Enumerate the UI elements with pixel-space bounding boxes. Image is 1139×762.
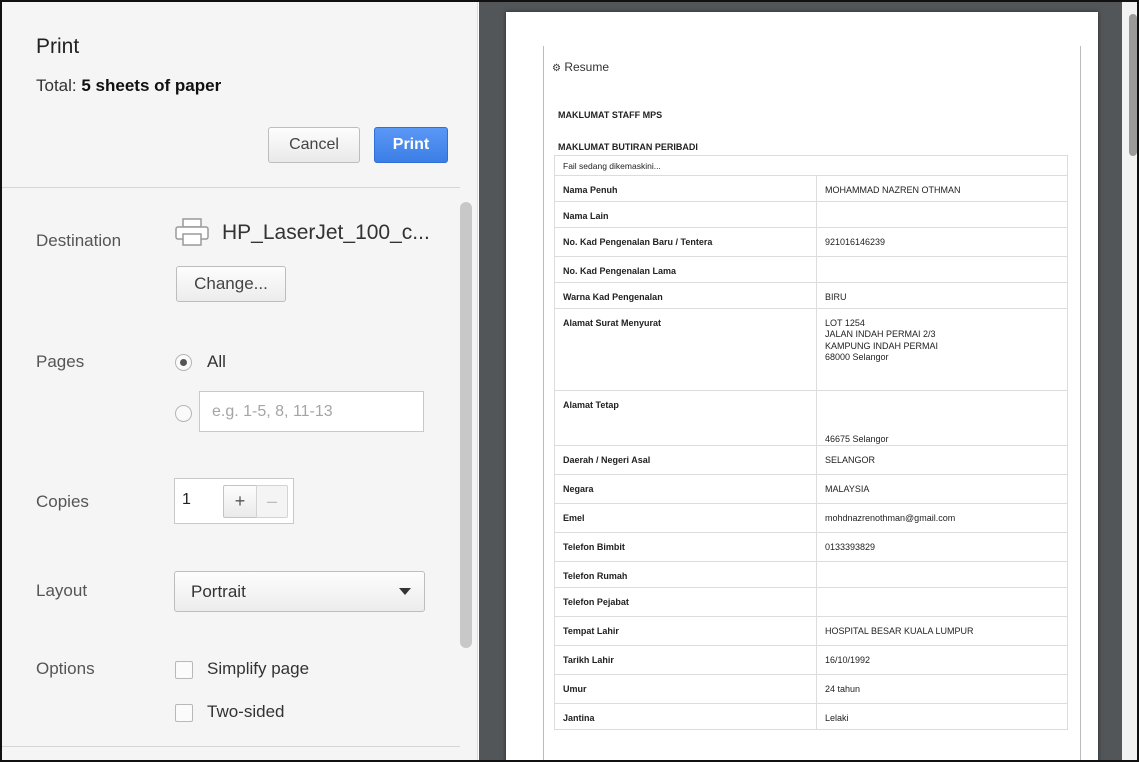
total-prefix: Total: — [36, 76, 82, 95]
field-label: Nama Penuh — [554, 175, 817, 202]
table-row: Negara MALAYSIA — [554, 474, 1068, 504]
print-preview-area: ⚙ Resume MAKLUMAT STAFF MPS MAKLUMAT BUT… — [479, 2, 1137, 760]
field-value: BIRU — [816, 282, 1068, 309]
status-row: Fail sedang dikemaskini... — [554, 155, 1068, 176]
dialog-title: Print — [36, 35, 80, 58]
simplify-page-label: Simplify page — [207, 659, 310, 678]
field-label: No. Kad Pengenalan Baru / Tentera — [554, 227, 817, 257]
field-value: 46675 Selangor — [816, 390, 1068, 446]
field-value: MALAYSIA — [816, 474, 1068, 504]
layout-label: Layout — [36, 581, 88, 600]
copies-decrement-button[interactable]: – — [256, 485, 288, 518]
page-border-right — [1080, 46, 1081, 760]
dropdown-caret-icon — [399, 588, 411, 595]
field-value: MOHAMMAD NAZREN OTHMAN — [816, 175, 1068, 202]
field-label: Alamat Tetap — [554, 390, 817, 446]
section-heading-staff: MAKLUMAT STAFF MPS — [558, 110, 663, 120]
personal-details-table: Fail sedang dikemaskini... Nama Penuh MOH… — [554, 155, 1068, 730]
print-header: Print Total: 5 sheets of paper Cancel Pr… — [2, 2, 460, 188]
resume-title: ⚙ Resume — [552, 60, 609, 74]
table-row: Daerah / Negeri Asal SELANGOR — [554, 445, 1068, 475]
preview-scrollbar[interactable] — [1129, 14, 1137, 156]
field-value — [816, 256, 1068, 283]
field-label: Telefon Pejabat — [554, 587, 817, 617]
pages-all-label: All — [207, 352, 226, 371]
table-row: Tarikh Lahir 16/10/1992 — [554, 645, 1068, 675]
field-label: Tarikh Lahir — [554, 645, 817, 675]
field-label: No. Kad Pengenalan Lama — [554, 256, 817, 283]
copies-stepper: 1 + – — [174, 478, 294, 524]
field-label: Tempat Lahir — [554, 616, 817, 646]
field-value — [816, 201, 1068, 228]
table-row: Alamat Surat Menyurat LOT 1254 JALAN INDA… — [554, 308, 1068, 391]
pages-all-radio[interactable] — [175, 354, 192, 371]
table-row: Warna Kad Pengenalan BIRU — [554, 282, 1068, 309]
table-row: Nama Lain — [554, 201, 1068, 228]
field-label: Telefon Bimbit — [554, 532, 817, 562]
table-row: Umur 24 tahun — [554, 674, 1068, 704]
two-sided-label: Two-sided — [207, 702, 285, 721]
field-label: Alamat Surat Menyurat — [554, 308, 817, 391]
pages-range-radio[interactable] — [175, 405, 192, 422]
field-value: 24 tahun — [816, 674, 1068, 704]
page-range-input[interactable] — [199, 391, 424, 432]
table-row: Emel mohdnazrenothman@gmail.com — [554, 503, 1068, 533]
field-value: 16/10/1992 — [816, 645, 1068, 675]
print-dialog-window: Print Total: 5 sheets of paper Cancel Pr… — [0, 0, 1139, 762]
field-value: HOSPITAL BESAR KUALA LUMPUR — [816, 616, 1068, 646]
field-label: Emel — [554, 503, 817, 533]
field-value — [816, 561, 1068, 588]
total-sheets: Total: 5 sheets of paper — [36, 76, 221, 96]
change-destination-button[interactable]: Change... — [176, 266, 286, 302]
field-value: Lelaki — [816, 703, 1068, 730]
print-settings-panel: Print Total: 5 sheets of paper Cancel Pr… — [2, 2, 478, 760]
table-row: Telefon Pejabat — [554, 587, 1068, 617]
table-row: Nama Penuh MOHAMMAD NAZREN OTHMAN — [554, 175, 1068, 202]
layout-select[interactable]: Portrait — [174, 571, 425, 612]
field-label: Telefon Rumah — [554, 561, 817, 588]
table-row: No. Kad Pengenalan Baru / Tentera 9210161… — [554, 227, 1068, 257]
table-row: Telefon Bimbit 0133393829 — [554, 532, 1068, 562]
table-row: Tempat Lahir HOSPITAL BESAR KUALA LUMPUR — [554, 616, 1068, 646]
field-label: Jantina — [554, 703, 817, 730]
field-value: LOT 1254 JALAN INDAH PERMAI 2/3 KAMPUNG … — [816, 308, 1068, 391]
status-text: Fail sedang dikemaskini... — [554, 155, 1068, 176]
field-label: Negara — [554, 474, 817, 504]
field-value: 0133393829 — [816, 532, 1068, 562]
field-label: Daerah / Negeri Asal — [554, 445, 817, 475]
settings-scrollbar[interactable] — [460, 202, 472, 648]
page-border-left — [543, 46, 544, 760]
field-label: Umur — [554, 674, 817, 704]
printer-name: HP_LaserJet_100_c... — [222, 221, 430, 244]
field-label: Warna Kad Pengenalan — [554, 282, 817, 309]
two-sided-checkbox[interactable] — [175, 704, 193, 722]
print-button[interactable]: Print — [374, 127, 448, 163]
table-row: Telefon Rumah — [554, 561, 1068, 588]
copies-value[interactable]: 1 — [182, 491, 191, 509]
field-value: SELANGOR — [816, 445, 1068, 475]
copies-increment-button[interactable]: + — [223, 485, 257, 518]
table-row: Jantina Lelaki — [554, 703, 1068, 730]
section-heading-personal: MAKLUMAT BUTIRAN PERIBADI — [558, 142, 698, 152]
resume-title-text: Resume — [564, 60, 609, 74]
total-value: 5 sheets of paper — [81, 76, 222, 95]
preview-page: ⚙ Resume MAKLUMAT STAFF MPS MAKLUMAT BUT… — [506, 12, 1098, 760]
cancel-button[interactable]: Cancel — [268, 127, 360, 163]
table-row: No. Kad Pengenalan Lama — [554, 256, 1068, 283]
simplify-page-checkbox[interactable] — [175, 661, 193, 679]
copies-label: Copies — [36, 492, 89, 511]
destination-label: Destination — [36, 231, 122, 250]
field-value — [816, 587, 1068, 617]
settings-divider — [2, 746, 460, 747]
field-label: Nama Lain — [554, 201, 817, 228]
table-row: Alamat Tetap 46675 Selangor — [554, 390, 1068, 446]
field-value: 921016146239 — [816, 227, 1068, 257]
gears-icon: ⚙ — [552, 63, 561, 74]
pages-label: Pages — [36, 352, 85, 371]
printer-icon — [175, 218, 209, 246]
options-label: Options — [36, 659, 95, 678]
layout-selected-value: Portrait — [191, 582, 246, 601]
field-value: mohdnazrenothman@gmail.com — [816, 503, 1068, 533]
